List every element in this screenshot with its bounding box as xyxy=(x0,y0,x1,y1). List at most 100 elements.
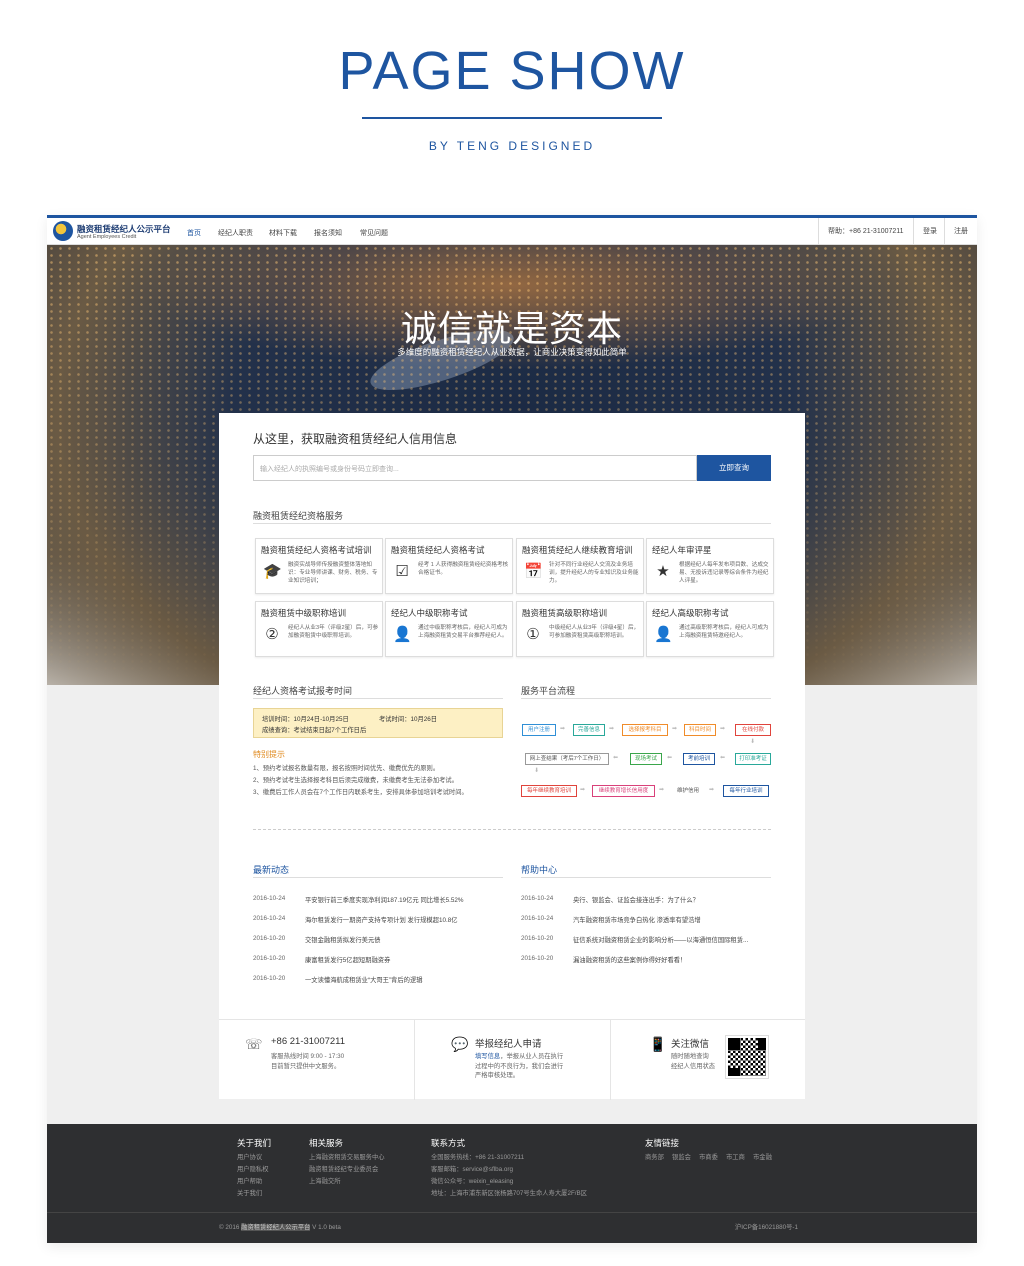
service-desc: 经考 1 人获得融资租赁经纪资格考核合格证书。 xyxy=(418,562,509,576)
checkbox-icon: ☑ xyxy=(395,563,409,580)
service-title: 融资租赁中级职称培训 xyxy=(261,608,347,618)
logo-icon[interactable] xyxy=(53,221,73,241)
footer-divider xyxy=(47,1212,977,1213)
flow-step-maintain-credit: 维护信用 xyxy=(672,785,704,797)
footer-link[interactable]: 关于我们 xyxy=(237,1188,262,1197)
report-link[interactable]: 填写信息 xyxy=(475,1053,500,1060)
footer-link[interactable]: 上海融交所 xyxy=(309,1176,340,1185)
contact-hours: 客服热线时间 9:00 - 17:30 xyxy=(271,1053,345,1060)
service-card-exam[interactable]: 融资租赁经纪人资格考试 ☑ 经考 1 人获得融资租赁经纪资格考核合格证书。 xyxy=(385,538,513,594)
service-card-intermediate-training[interactable]: 融资租赁中级职称培训 ② 经纪人从业3年（评级2星）后，可参加融资租赁中级职称培… xyxy=(255,601,383,657)
footer-link[interactable]: 市工商 xyxy=(726,1152,745,1161)
news-link[interactable]: 海尔租赁发行一期资产支持专项计划 发行规模超10.8亿 xyxy=(305,915,501,924)
footer-link[interactable]: 融资租赁经纪专业委员会 xyxy=(309,1164,378,1173)
flow-step-annual-education: 每年继续教育培训 xyxy=(521,785,577,797)
divider xyxy=(521,698,771,699)
news-link[interactable]: 交银金融租赁拟发行美元债 xyxy=(305,935,501,944)
notice-title: 特别提示 xyxy=(253,750,285,759)
footer-link[interactable]: 用户隐私权 xyxy=(237,1164,268,1173)
search-input[interactable]: 输入经纪人的执照编号或身份号码立即查询... xyxy=(253,455,697,481)
service-card-exam-training[interactable]: 融资租赁经纪人资格考试培训 🎓 融资实战导师传授融资整体落地知识：专业导师讲课、… xyxy=(255,538,383,594)
flow-step-subject-time: 科目时间 xyxy=(684,724,716,736)
footer-link[interactable]: 上海融资租赁交易服务中心 xyxy=(309,1152,385,1161)
service-desc: 针对不同行业经纪人交流及业务培训，提升经纪人的专业知识及业务能力。 xyxy=(549,562,639,584)
footer-link[interactable]: 银监会 xyxy=(672,1152,691,1161)
exam-training-time: 培训时间：10月24日-10月25日 xyxy=(262,716,349,723)
nav-item-faq[interactable]: 常见问题 xyxy=(360,228,388,238)
help-link[interactable]: 汽车融资租赁市场竞争白热化 渗透率有望浩增 xyxy=(573,915,771,924)
service-title: 融资租赁经纪人继续教育培训 xyxy=(522,545,633,555)
nav-item-registration[interactable]: 报名须知 xyxy=(314,228,342,238)
report-title[interactable]: 举报经纪人申请 xyxy=(475,1036,542,1050)
arrow-left-icon: ⬅ xyxy=(613,755,619,761)
nav-item-home[interactable]: 首页 xyxy=(187,228,201,238)
flow-step-onsite-exam: 现场考试 xyxy=(630,753,662,765)
nav-item-duties[interactable]: 经纪人职责 xyxy=(218,228,253,238)
arrow-down-icon: ⬇ xyxy=(750,739,756,745)
service-card-continuing-education[interactable]: 融资租赁经纪人继续教育培训 📅 针对不同行业经纪人交流及业务培训，提升经纪人的专… xyxy=(516,538,644,594)
phone-icon: ☏ xyxy=(245,1036,263,1052)
top-nav: 融资租赁经纪人公示平台 Agent Employees Credit 首页 经纪… xyxy=(47,218,977,245)
flow-step-check-results: 网上查结果（考后7个工作日） xyxy=(525,753,609,765)
service-title: 经纪人年审评星 xyxy=(652,545,712,555)
service-desc: 通过中级职称考核后，经纪人可成为上海融资租赁交易平台推荐经纪人。 xyxy=(418,625,508,639)
search-button[interactable]: 立即查询 xyxy=(697,455,771,481)
help-date: 2016-10-24 xyxy=(521,915,554,922)
service-desc: 融资实战导师传授融资整体落地知识：专业导师讲课、财务、税务、专业知识培训； xyxy=(288,562,378,584)
wechat-desc-2: 经纪人信用状态 xyxy=(671,1063,716,1070)
footer-link[interactable]: 用户帮助 xyxy=(237,1176,262,1185)
footer-contact-item: 地址：上海市浦东新区张杨路707号生命人寿大厦2F/B区 xyxy=(431,1190,588,1197)
divider xyxy=(521,877,771,878)
help-center-title[interactable]: 帮助中心 xyxy=(521,863,557,876)
divider xyxy=(253,523,771,524)
flow-title: 服务平台流程 xyxy=(521,686,576,696)
news-title[interactable]: 最新动态 xyxy=(253,863,289,876)
register-link[interactable]: 注册 xyxy=(944,218,977,245)
wechat-col: 📱 关注微信 随时随地查询 经纪人信用状态 xyxy=(611,1020,805,1100)
footer-links-title: 友情链接 xyxy=(645,1138,680,1148)
news-link[interactable]: 康富租赁发行5亿超短期融资券 xyxy=(305,955,501,964)
footer-link[interactable]: 用户协议 xyxy=(237,1152,262,1161)
flow-step-register: 用户注册 xyxy=(522,724,556,736)
service-card-senior-exam[interactable]: 经纪人高级职称考试 👤 通过高级职称考核后，经纪人可成为上海融资租赁特邀经纪人。 xyxy=(646,601,774,657)
service-card-annual-rating[interactable]: 经纪人年审评星 ★ 根据经纪人每年发布项目数、达成交易、无投诉违记录等综合条件为… xyxy=(646,538,774,594)
footer-icp[interactable]: 沪ICP备16021880号-1 xyxy=(735,1222,798,1231)
site-footer: 关于我们 用户协议 用户隐私权 用户帮助 关于我们 相关服务 上海融资租赁交易服… xyxy=(47,1124,977,1243)
help-phone[interactable]: 帮助：+86 21-31007211 xyxy=(818,218,913,245)
flow-step-complete-info: 完善信息 xyxy=(573,724,605,736)
footer-link[interactable]: 市金融 xyxy=(753,1152,772,1161)
flow-step-print-ticket: 打印准考证 xyxy=(735,753,771,765)
service-card-senior-training[interactable]: 融资租赁高级职称培训 ① 中级经纪人从业3年（评级4星）后，可参加融资租赁高级职… xyxy=(516,601,644,657)
footer-link[interactable]: 市商委 xyxy=(699,1152,718,1161)
arrow-right-icon: ➡ xyxy=(609,726,615,732)
service-card-intermediate-exam[interactable]: 经纪人中级职称考试 👤 通过中级职称考核后，经纪人可成为上海融资租赁交易平台推荐… xyxy=(385,601,513,657)
main-card: 从这里，获取融资租赁经纪人信用信息 输入经纪人的执照编号或身份号码立即查询...… xyxy=(219,413,805,1019)
help-date: 2016-10-20 xyxy=(521,955,554,962)
showcase-divider xyxy=(362,117,662,119)
footer-services-title: 相关服务 xyxy=(309,1138,344,1148)
showcase-subtitle: BY TENG DESIGNED xyxy=(428,139,596,153)
flow-step-credit-growth: 继续教育增长信用度 xyxy=(592,785,655,797)
service-title: 融资租赁经纪人资格考试 xyxy=(391,545,485,555)
arrow-down-icon: ⬇ xyxy=(534,768,540,774)
nav-item-downloads[interactable]: 材料下载 xyxy=(269,228,297,238)
wechat-title: 关注微信 xyxy=(671,1039,710,1050)
help-link[interactable]: 征信系统对融资租赁企业的影响分析——以海通恒信国际租赁... xyxy=(573,935,771,944)
arrow-left-icon: ⬅ xyxy=(667,755,673,761)
news-date: 2016-10-20 xyxy=(253,975,286,982)
service-desc: 根据经纪人每年发布项目数、达成交易、无投诉违记录等综合条件为经纪人评星。 xyxy=(679,562,769,584)
footer-link[interactable]: 商务部 xyxy=(645,1152,664,1161)
hero-subtitle: 多维度的融资租赁经纪人从业数据，让商业决策变得如此简单 xyxy=(397,347,627,357)
services-title: 融资租赁经纪资格服务 xyxy=(253,511,344,521)
help-link[interactable]: 漏油融资租赁的这些案例你得好好看看！ xyxy=(573,955,771,964)
flow-step-online-payment: 在线付款 xyxy=(735,724,771,736)
service-desc: 通过高级职称考核后，经纪人可成为上海融资租赁特邀经纪人。 xyxy=(679,625,769,639)
help-date: 2016-10-20 xyxy=(521,935,554,942)
news-link[interactable]: 一文读懂海航成租赁业“大哥王”背后的逻辑 xyxy=(305,975,501,984)
contact-phone[interactable]: +86 21-31007211 xyxy=(271,1036,345,1047)
news-link[interactable]: 平安银行前三季度实现净利润187.19亿元 同比增长5.52% xyxy=(305,895,501,904)
login-link[interactable]: 登录 xyxy=(913,218,946,245)
person-2-icon: 👤 xyxy=(393,626,412,643)
help-link[interactable]: 央行、银监会、证监会接连出手：为了什么？ xyxy=(573,895,771,904)
search-title: 从这里，获取融资租赁经纪人信用信息 xyxy=(253,432,458,446)
